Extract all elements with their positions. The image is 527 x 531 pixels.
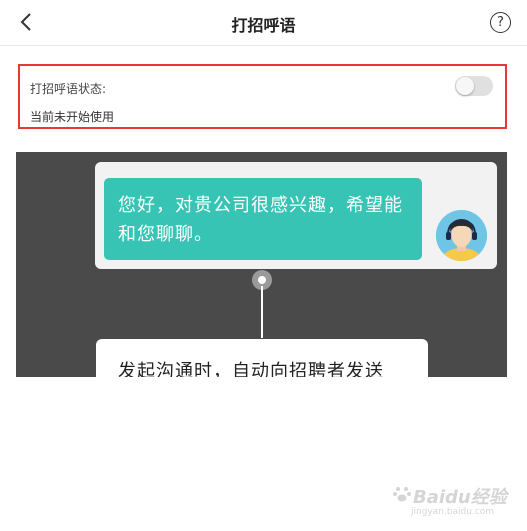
status-note: 当前未开始使用: [30, 110, 115, 124]
person-avatar-icon: [436, 210, 487, 261]
status-toggle[interactable]: [455, 76, 493, 96]
question-icon: ?: [497, 15, 504, 30]
help-button[interactable]: ?: [490, 12, 511, 33]
caption-card: 发起沟通时，自动向招聘者发送: [96, 339, 428, 377]
top-bar: 打招呼语 ?: [0, 0, 527, 46]
status-label: 打招呼语状态:: [30, 82, 107, 96]
status-panel: 打招呼语状态: 当前未开始使用: [18, 64, 507, 129]
connector-line: [261, 286, 263, 338]
greeting-bubble: 您好，对贵公司很感兴趣，希望能和您聊聊。: [104, 178, 422, 260]
watermark: Baidu经验 jingyan.baidu.com: [393, 483, 513, 521]
page-title: 打招呼语: [231, 16, 296, 35]
avatar: [436, 210, 487, 261]
preview-illustration: 您好，对贵公司很感兴趣，希望能和您聊聊。 发起沟通时，自动向招聘者发送: [16, 152, 507, 377]
chat-card: 您好，对贵公司很感兴趣，希望能和您聊聊。: [95, 162, 497, 269]
toggle-knob: [456, 77, 474, 95]
watermark-brand: Baidu经验: [413, 487, 507, 508]
watermark-url: jingyan.baidu.com: [411, 507, 495, 517]
paw-icon: [393, 487, 411, 502]
caption-text: 发起沟通时，自动向招聘者发送: [118, 361, 384, 377]
